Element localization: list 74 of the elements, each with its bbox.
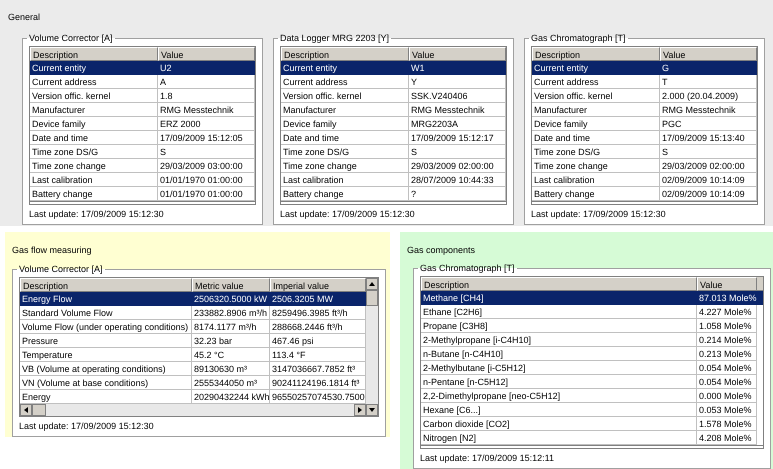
group-title: Volume Corrector [A] <box>28 32 114 45</box>
last-update-text: Last update: 17/09/2009 15:12:30 <box>280 208 416 220</box>
table-row[interactable]: Version offic. kernel 2.000 (20.04.2009) <box>532 88 757 102</box>
group-title: Volume Corrector [A] <box>18 263 104 276</box>
table-row[interactable]: Time zone DS/G S <box>532 144 757 158</box>
table-row[interactable]: VB (Volume at operating conditions) 89130630 m³ 3147036667.7852 ft³ <box>20 362 366 376</box>
table-row[interactable]: Ethane [C2H6] 4.227 Mole% <box>421 304 763 318</box>
table-row[interactable]: Device family ERZ 2000 <box>30 116 255 130</box>
table-cell: 4.208 Mole% <box>697 430 757 444</box>
table-row[interactable]: Current entity G <box>532 60 757 74</box>
table-row[interactable]: Device family PGC <box>532 116 757 130</box>
table-row[interactable]: Time zone DS/G S <box>281 144 506 158</box>
table-row[interactable]: Battery change 02/09/2009 10:14:09 <box>532 186 757 200</box>
column-header: Imperial value <box>270 278 366 292</box>
table-row[interactable]: Last calibration 01/01/1970 01:00:00 <box>30 172 255 186</box>
last-update-text: Last update: 17/09/2009 15:12:30 <box>531 208 667 220</box>
table-row[interactable]: Date and time 17/09/2009 15:13:40 <box>532 130 757 144</box>
table-row[interactable]: Version offic. kernel SSK.V240406 <box>281 88 506 102</box>
table-row[interactable]: Energy Flow 2506320.5000 kW 2506.3205 MW <box>20 292 366 306</box>
group-title: Data Logger MRG 2203 [Y] <box>279 32 390 45</box>
column-header: Description <box>421 276 697 290</box>
table-row[interactable]: Device family MRG2203A <box>281 116 506 130</box>
table-cell: Battery change <box>281 186 409 200</box>
table-row[interactable]: Manufacturer RMG Messtechnik <box>281 102 506 116</box>
column-header: Value <box>409 46 506 60</box>
table-row[interactable]: Temperature 45.2 °C 113.4 °F <box>20 348 366 362</box>
vertical-scrollbar[interactable] <box>366 278 378 416</box>
table-cell: 02/09/2009 10:14:09 <box>660 186 757 200</box>
column-header: Value <box>158 46 255 60</box>
table-row[interactable]: VN (Volume at base conditions) 2555344050 m³ 90241124196.1814 ft³ <box>20 376 366 390</box>
table-row[interactable]: Time zone change 29/03/2009 03:00:00 <box>30 158 255 172</box>
table-row[interactable]: Manufacturer RMG Messtechnik <box>30 102 255 116</box>
table-row[interactable]: Current address A <box>30 74 255 88</box>
table-row[interactable]: Current address Y <box>281 74 506 88</box>
table-cell: Battery change <box>30 186 158 200</box>
table-row[interactable]: Methane [CH4] 87.013 Mole% <box>421 290 763 304</box>
table-row[interactable]: Date and time 17/09/2009 15:12:05 <box>30 130 255 144</box>
table-row[interactable]: Battery change ? <box>281 186 506 200</box>
table-row[interactable]: Version offic. kernel 1.8 <box>30 88 255 102</box>
group-title: Gas Chromatograph [T] <box>530 32 627 45</box>
table-row[interactable]: Energy 20290432244 kWh 96550257074530.7500 <box>20 390 366 404</box>
horizontal-scrollbar[interactable] <box>20 404 366 416</box>
last-update-text: Last update: 17/09/2009 15:12:30 <box>19 420 155 432</box>
column-header: Value <box>697 276 757 290</box>
group-title: Gas Chromatograph [T] <box>419 262 516 275</box>
table-row[interactable]: Standard Volume Flow 233882.8906 m³/h 8259496.3985 ft³/h <box>20 306 366 320</box>
table-row[interactable]: Current entity W1 <box>281 60 506 74</box>
table-row[interactable]: Current entity U2 <box>30 60 255 74</box>
table-row[interactable]: Last calibration 28/07/2009 10:44:33 <box>281 172 506 186</box>
column-header: Description <box>532 46 660 60</box>
section-title: Gas flow measuring <box>12 244 92 256</box>
last-update-text: Last update: 17/09/2009 15:12:11 <box>420 452 555 464</box>
section-title: General <box>8 11 40 23</box>
last-update-text: Last update: 17/09/2009 15:12:30 <box>29 208 165 220</box>
table-row[interactable]: Volume Flow (under operating conditions) 8174.1177 m³/h 288668.2446 ft³/h <box>20 320 366 334</box>
column-header: Description <box>281 46 409 60</box>
table-cell: ? <box>409 186 506 200</box>
table-row[interactable]: Current address T <box>532 74 757 88</box>
table-row[interactable]: Date and time 17/09/2009 15:12:17 <box>281 130 506 144</box>
table-row[interactable]: Last calibration 02/09/2009 10:14:09 <box>532 172 757 186</box>
column-header: Description <box>30 46 158 60</box>
table-cell: 01/01/1970 01:00:00 <box>158 186 255 200</box>
column-header: Metric value <box>192 278 270 292</box>
table-row[interactable]: Time zone change 29/03/2009 02:00:00 <box>532 158 757 172</box>
table-row[interactable]: Time zone change 29/03/2009 02:00:00 <box>281 158 506 172</box>
table-row[interactable]: Pressure 32.23 bar 467.46 psi <box>20 334 366 348</box>
table-row[interactable]: Manufacturer RMG Messtechnik <box>532 102 757 116</box>
column-header: Value <box>660 46 757 60</box>
column-header: Description <box>20 278 192 292</box>
table-cell: Nitrogen [N2] <box>421 430 697 444</box>
section-title: Gas components <box>407 244 476 256</box>
table-cell: Battery change <box>532 186 660 200</box>
table-row[interactable]: Time zone DS/G S <box>30 144 255 158</box>
table-row[interactable]: Battery change 01/01/1970 01:00:00 <box>30 186 255 200</box>
